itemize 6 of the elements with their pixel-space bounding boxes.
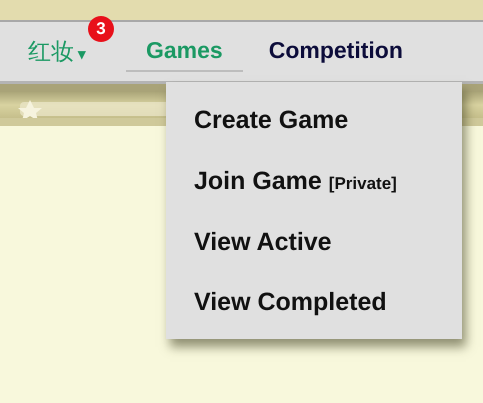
notification-badge: 3 [88, 16, 114, 42]
menu-item[interactable]: View Completed [194, 278, 462, 339]
nav-tab[interactable]: Competition [264, 31, 407, 72]
menu-item[interactable]: Join Game [Private] [194, 156, 462, 218]
menu-item[interactable]: Create Game [194, 96, 462, 157]
menu-item[interactable]: View Active [194, 218, 462, 278]
